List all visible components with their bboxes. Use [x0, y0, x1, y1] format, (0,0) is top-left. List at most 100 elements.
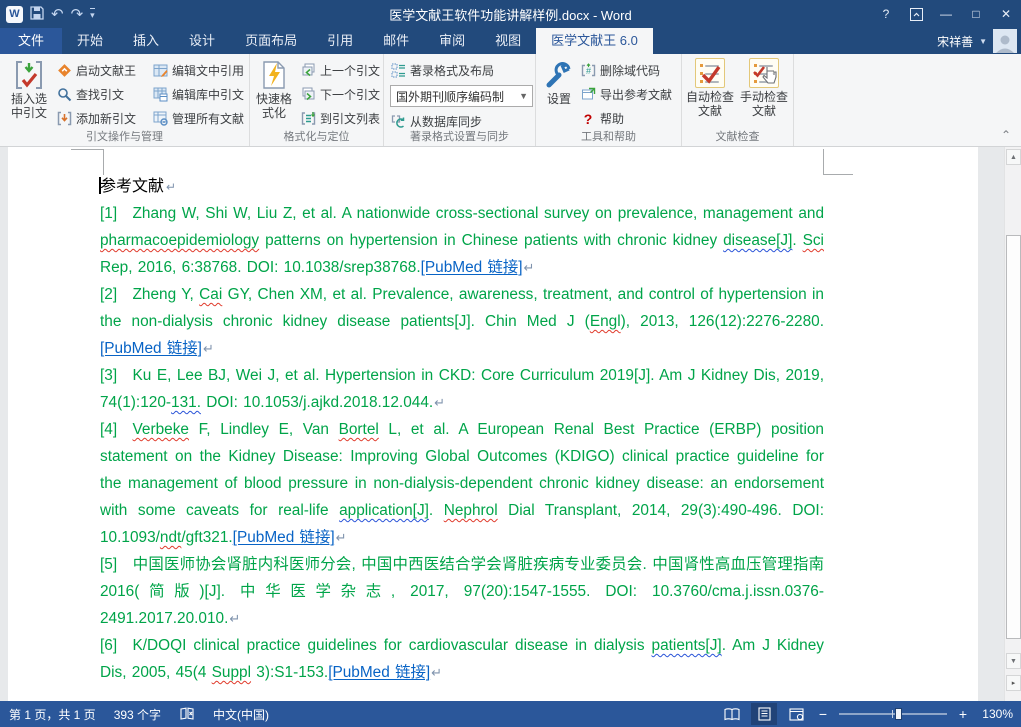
reference-paragraph: [2] Zheng Y, Cai GY, Chen XM, et al. Pre… — [100, 281, 824, 362]
page-indicator[interactable]: 第 1 页，共 1 页 — [9, 706, 96, 723]
reference-text: application[J] — [339, 502, 429, 519]
export-icon — [580, 87, 596, 103]
insert-selected-citation-button[interactable]: 插入选中引文 — [6, 58, 52, 120]
auto-check-icon — [695, 58, 725, 88]
user-name[interactable]: 宋祥善 — [937, 33, 973, 50]
scrollbar-thumb[interactable] — [1006, 235, 1021, 639]
settings-button[interactable]: 设置 — [544, 58, 574, 106]
tab-home[interactable]: 开始 — [62, 28, 118, 54]
manage-references-icon — [152, 111, 168, 127]
close-button[interactable]: ✕ — [991, 0, 1021, 28]
tab-insert[interactable]: 插入 — [118, 28, 174, 54]
pubmed-link[interactable]: [PubMed 链接] — [328, 664, 430, 681]
goto-citation-list-button[interactable]: 到引文列表 — [300, 108, 380, 129]
ribbon-display-options-icon[interactable] — [901, 0, 931, 28]
tab-mailings[interactable]: 邮件 — [368, 28, 424, 54]
web-layout-button[interactable] — [783, 703, 809, 725]
minimize-button[interactable]: — — [931, 0, 961, 28]
tab-references[interactable]: 引用 — [312, 28, 368, 54]
window-controls: ? — □ ✕ — [871, 0, 1021, 28]
paragraph-mark: ↵ — [203, 341, 214, 356]
export-references-button[interactable]: 导出参考文献 — [580, 84, 672, 105]
reference-text: Cai — [199, 286, 222, 303]
user-dropdown-icon[interactable]: ▼ — [979, 37, 987, 46]
customize-quick-access-icon[interactable]: ▾ — [90, 8, 95, 21]
launch-refking-button[interactable]: 启动文献王 — [56, 60, 136, 81]
reference-text: patients[J] — [652, 637, 722, 654]
reference-paragraph: [5] 中国医师协会肾脏内科医师分会, 中国中西医结合学会肾脏疾病专业委员会. … — [100, 551, 824, 632]
group-label: 文献检查 — [682, 128, 793, 144]
tab-review[interactable]: 审阅 — [424, 28, 480, 54]
citation-style-value: 国外期刊顺序编码制 — [396, 88, 504, 105]
pubmed-link[interactable]: [PubMed 链接] — [233, 529, 335, 546]
tab-view[interactable]: 视图 — [480, 28, 536, 54]
zoom-level[interactable]: 130% — [977, 707, 1013, 721]
auto-check-references-button[interactable]: 自动检查文献 — [684, 58, 736, 118]
save-icon[interactable] — [30, 6, 44, 22]
word-app-icon[interactable]: W — [6, 6, 23, 23]
paragraph-mark: ↵ — [431, 665, 442, 680]
citation-style-dropdown[interactable]: 国外期刊顺序编码制 ▼ — [390, 85, 533, 107]
settings-wrench-icon — [545, 58, 573, 92]
redo-icon[interactable]: ↷ — [71, 7, 84, 22]
text-cursor — [99, 177, 101, 194]
maximize-button[interactable]: □ — [961, 0, 991, 28]
manage-all-references-button[interactable]: 管理所有文献 — [152, 108, 244, 129]
find-citation-button[interactable]: 查找引文 — [56, 84, 136, 105]
reference-text: Sci — [803, 232, 824, 249]
pubmed-link[interactable]: [PubMed 链接] — [100, 340, 202, 357]
scroll-down-button[interactable]: ▼ — [1006, 653, 1021, 669]
undo-icon[interactable]: ↶ — [51, 7, 64, 22]
tab-design[interactable]: 设计 — [174, 28, 230, 54]
help-button[interactable]: ? — [871, 0, 901, 28]
add-new-citation-button[interactable]: 添加新引文 — [56, 108, 136, 129]
zoom-out-button[interactable]: − — [815, 706, 831, 722]
edit-intext-citation-button[interactable]: 编辑文中引用 — [152, 60, 244, 81]
document-area: 参考文献↵ [1] Zhang W, Shi W, Liu Z, et al. … — [0, 147, 1021, 701]
paragraph-mark: ↵ — [336, 530, 347, 545]
launch-icon — [56, 63, 72, 79]
document-page[interactable]: 参考文献↵ [1] Zhang W, Shi W, Liu Z, et al. … — [8, 147, 978, 701]
print-layout-button[interactable] — [751, 703, 777, 725]
language-indicator[interactable]: 中文(中国) — [213, 706, 269, 723]
reference-text: ), 2013, 126(12):2276-2280. — [621, 313, 824, 330]
zoom-notch — [892, 710, 893, 718]
next-citation-button[interactable]: 下一个引文 — [300, 84, 380, 105]
reference-text: . — [792, 232, 802, 249]
document-content: 参考文献↵ [1] Zhang W, Shi W, Liu Z, et al. … — [100, 171, 824, 686]
manual-check-references-button[interactable]: 手动检查文献 — [738, 58, 790, 118]
paragraph-mark: ↵ — [524, 260, 535, 275]
reference-text: /gft321. — [181, 529, 232, 546]
tab-file[interactable]: 文件 — [0, 28, 62, 54]
delete-field-codes-button[interactable]: # 删除域代码 — [580, 60, 672, 81]
zoom-slider-thumb[interactable] — [895, 708, 902, 720]
edit-library-citation-button[interactable]: 编辑库中引文 — [152, 84, 244, 105]
collapse-ribbon-icon[interactable]: ⌃ — [1001, 128, 1011, 142]
group-label: 格式化与定位 — [250, 128, 383, 144]
help-button-ribbon[interactable]: ? 帮助 — [580, 108, 672, 129]
scroll-up-button[interactable]: ▲ — [1006, 149, 1021, 165]
pubmed-link[interactable]: [PubMed 链接] — [421, 259, 523, 276]
word-count[interactable]: 393 个字 — [114, 706, 161, 723]
previous-citation-button[interactable]: 上一个引文 — [300, 60, 380, 81]
reference-text: F, Lindley E, Van — [189, 421, 339, 438]
group-tools-help: 设置 # 删除域代码 导出参考文献 ? 帮助 — [536, 54, 682, 146]
dropdown-arrow-icon: ▼ — [519, 91, 528, 101]
group-reference-check: 自动检查文献 手动检查文献 文献检查 — [682, 54, 794, 146]
citation-style-layout-button[interactable]: 著录格式及布局 — [390, 60, 533, 81]
quick-access-toolbar: W ↶ ↷ ▾ — [0, 6, 95, 23]
read-mode-button[interactable] — [719, 703, 745, 725]
tab-page-layout[interactable]: 页面布局 — [230, 28, 312, 54]
avatar[interactable] — [993, 29, 1017, 53]
zoom-slider[interactable] — [839, 713, 947, 715]
tab-medref-king[interactable]: 医学文献王 6.0 — [536, 28, 653, 54]
zoom-in-button[interactable]: + — [955, 706, 971, 722]
quick-format-button[interactable]: 快速格式化 — [254, 58, 294, 120]
group-style-sync: 著录格式及布局 国外期刊顺序编码制 ▼ 从数据库同步 著录格式设置与同步 — [384, 54, 536, 146]
title-bar: W ↶ ↷ ▾ 医学文献王软件功能讲解样例.docx - Word ? — □ … — [0, 0, 1021, 28]
group-label: 工具和帮助 — [536, 128, 681, 144]
proofing-status-icon[interactable] — [179, 707, 195, 721]
button-label: 插入选中引文 — [6, 92, 52, 120]
next-page-button[interactable]: ▸ — [1006, 675, 1021, 691]
vertical-scrollbar[interactable]: ▲ ▼ ▸ — [1004, 147, 1021, 701]
